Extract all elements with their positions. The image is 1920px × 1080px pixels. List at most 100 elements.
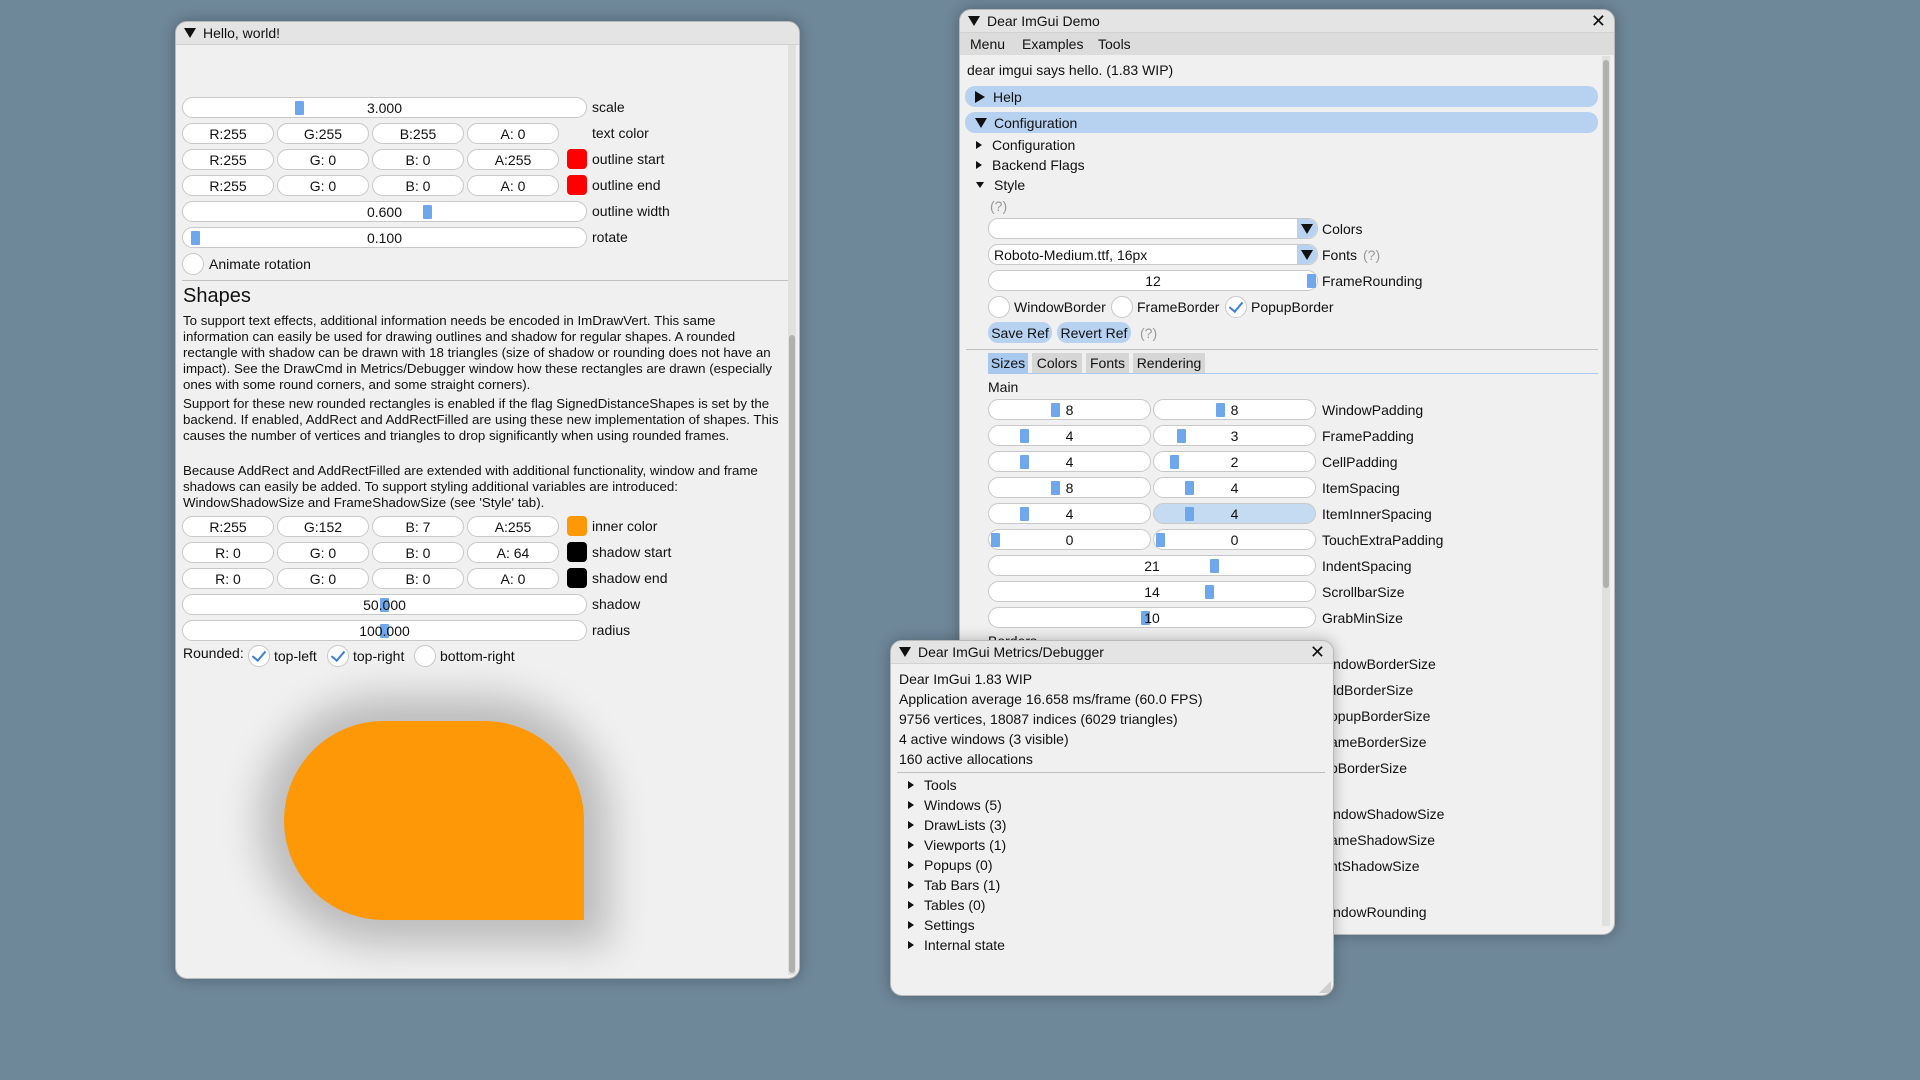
tree-backend-flags[interactable]: Backend Flags — [976, 157, 1085, 173]
popup-border-checkbox[interactable] — [1225, 296, 1247, 318]
slider-grab[interactable] — [1051, 481, 1060, 495]
shadow-start-a[interactable]: A: 64 — [467, 542, 559, 563]
slider-grab[interactable] — [991, 533, 1000, 547]
touch-extra-padding-y[interactable]: 0 — [1153, 529, 1316, 550]
item-inner-spacing-y[interactable]: 4 — [1153, 503, 1316, 524]
tree-windows[interactable]: Windows (5) — [908, 797, 1002, 813]
slider-grab[interactable] — [1177, 429, 1186, 443]
bottom-right-checkbox[interactable] — [414, 645, 436, 667]
help-marker[interactable]: (?) — [1140, 325, 1157, 341]
tree-drawlists[interactable]: DrawLists (3) — [908, 817, 1006, 833]
help-marker[interactable]: (?) — [990, 198, 1007, 214]
hello-window-titlebar[interactable]: Hello, world! — [176, 22, 799, 45]
slider-grab[interactable] — [1020, 507, 1029, 521]
slider-grab[interactable] — [1185, 481, 1194, 495]
item-inner-spacing-x[interactable]: 4 — [988, 503, 1151, 524]
outline-end-swatch[interactable] — [567, 175, 587, 195]
shadow-end-r[interactable]: R: 0 — [182, 568, 274, 589]
tab-colors[interactable]: Colors — [1032, 353, 1082, 373]
indent-spacing-slider[interactable]: 21 — [988, 555, 1316, 576]
window-padding-y[interactable]: 8 — [1153, 399, 1316, 420]
cell-padding-y[interactable]: 2 — [1153, 451, 1316, 472]
frame-padding-x[interactable]: 4 — [988, 425, 1151, 446]
menu-item-tools[interactable]: Tools — [1098, 36, 1131, 52]
tree-configuration[interactable]: Configuration — [976, 137, 1075, 153]
outline-start-g[interactable]: G: 0 — [277, 149, 369, 170]
window-padding-x[interactable]: 8 — [988, 399, 1151, 420]
slider-grab[interactable] — [1185, 507, 1194, 521]
slider-grab[interactable] — [1307, 274, 1316, 288]
text-color-a[interactable]: A: 0 — [467, 123, 559, 144]
tab-rendering[interactable]: Rendering — [1133, 353, 1205, 373]
close-icon[interactable]: ✕ — [1591, 11, 1606, 31]
slider-grab[interactable] — [423, 205, 432, 219]
tree-tab-bars[interactable]: Tab Bars (1) — [908, 877, 1000, 893]
outline-width-slider[interactable]: 0.600 — [182, 201, 587, 222]
outline-end-b[interactable]: B: 0 — [372, 175, 464, 196]
tab-fonts[interactable]: Fonts — [1086, 353, 1129, 373]
text-color-g[interactable]: G:255 — [277, 123, 369, 144]
outline-end-r[interactable]: R:255 — [182, 175, 274, 196]
window-border-checkbox[interactable] — [988, 296, 1010, 318]
slider-grab[interactable] — [1156, 533, 1165, 547]
slider-grab[interactable] — [1020, 455, 1029, 469]
inner-color-g[interactable]: G:152 — [277, 516, 369, 537]
colors-combo[interactable] — [988, 218, 1318, 239]
revert-ref-button[interactable]: Revert Ref — [1057, 322, 1131, 343]
tree-internal-state[interactable]: Internal state — [908, 937, 1005, 953]
shadow-slider[interactable]: 50.000 — [182, 594, 587, 615]
shadow-start-r[interactable]: R: 0 — [182, 542, 274, 563]
scrollbar-size-slider[interactable]: 14 — [988, 581, 1316, 602]
slider-grab[interactable] — [191, 231, 200, 245]
outline-start-swatch[interactable] — [567, 149, 587, 169]
text-color-r[interactable]: R:255 — [182, 123, 274, 144]
grab-min-size-slider[interactable]: 10 — [988, 607, 1316, 628]
hello-scrollbar[interactable] — [788, 45, 796, 975]
shadow-end-a[interactable]: A: 0 — [467, 568, 559, 589]
slider-grab[interactable] — [295, 101, 304, 115]
slider-grab[interactable] — [1210, 559, 1219, 573]
tree-style[interactable]: Style — [976, 177, 1025, 193]
cell-padding-x[interactable]: 4 — [988, 451, 1151, 472]
collapse-arrow-icon[interactable] — [899, 647, 911, 657]
touch-extra-padding-x[interactable]: 0 — [988, 529, 1151, 550]
tree-viewports[interactable]: Viewports (1) — [908, 837, 1006, 853]
shadow-end-swatch[interactable] — [567, 568, 587, 588]
hello-scrollbar-thumb[interactable] — [789, 335, 795, 973]
slider-grab[interactable] — [1205, 585, 1214, 599]
outline-start-r[interactable]: R:255 — [182, 149, 274, 170]
demo-scrollbar[interactable] — [1602, 56, 1610, 926]
outline-start-a[interactable]: A:255 — [467, 149, 559, 170]
menu-item-menu[interactable]: Menu — [970, 36, 1005, 52]
configuration-header[interactable]: Configuration — [965, 112, 1598, 133]
outline-end-a[interactable]: A: 0 — [467, 175, 559, 196]
save-ref-button[interactable]: Save Ref — [988, 322, 1052, 343]
shadow-start-swatch[interactable] — [567, 542, 587, 562]
text-color-swatch[interactable] — [567, 123, 587, 143]
inner-color-swatch[interactable] — [567, 516, 587, 536]
tree-popups[interactable]: Popups (0) — [908, 857, 992, 873]
text-color-b[interactable]: B:255 — [372, 123, 464, 144]
outline-end-g[interactable]: G: 0 — [277, 175, 369, 196]
top-right-checkbox[interactable] — [327, 645, 349, 667]
shadow-end-b[interactable]: B: 0 — [372, 568, 464, 589]
rotate-slider[interactable]: 0.100 — [182, 227, 587, 248]
slider-grab[interactable] — [1051, 403, 1060, 417]
collapse-arrow-icon[interactable] — [968, 16, 980, 26]
tree-tables[interactable]: Tables (0) — [908, 897, 985, 913]
tab-sizes[interactable]: Sizes — [988, 353, 1028, 373]
slider-grab[interactable] — [1020, 429, 1029, 443]
inner-color-a[interactable]: A:255 — [467, 516, 559, 537]
help-header[interactable]: Help — [965, 86, 1598, 107]
outline-start-b[interactable]: B: 0 — [372, 149, 464, 170]
demo-window-titlebar[interactable]: Dear ImGui Demo ✕ — [960, 10, 1614, 33]
metrics-window-titlebar[interactable]: Dear ImGui Metrics/Debugger ✕ — [891, 641, 1333, 664]
slider-grab[interactable] — [1170, 455, 1179, 469]
collapse-arrow-icon[interactable] — [184, 28, 196, 38]
item-spacing-x[interactable]: 8 — [988, 477, 1151, 498]
inner-color-b[interactable]: B: 7 — [372, 516, 464, 537]
demo-scrollbar-thumb[interactable] — [1603, 60, 1609, 588]
frame-rounding-slider[interactable]: 12 — [988, 270, 1318, 291]
tree-tools[interactable]: Tools — [908, 777, 957, 793]
scale-slider[interactable]: 3.000 — [182, 97, 587, 118]
